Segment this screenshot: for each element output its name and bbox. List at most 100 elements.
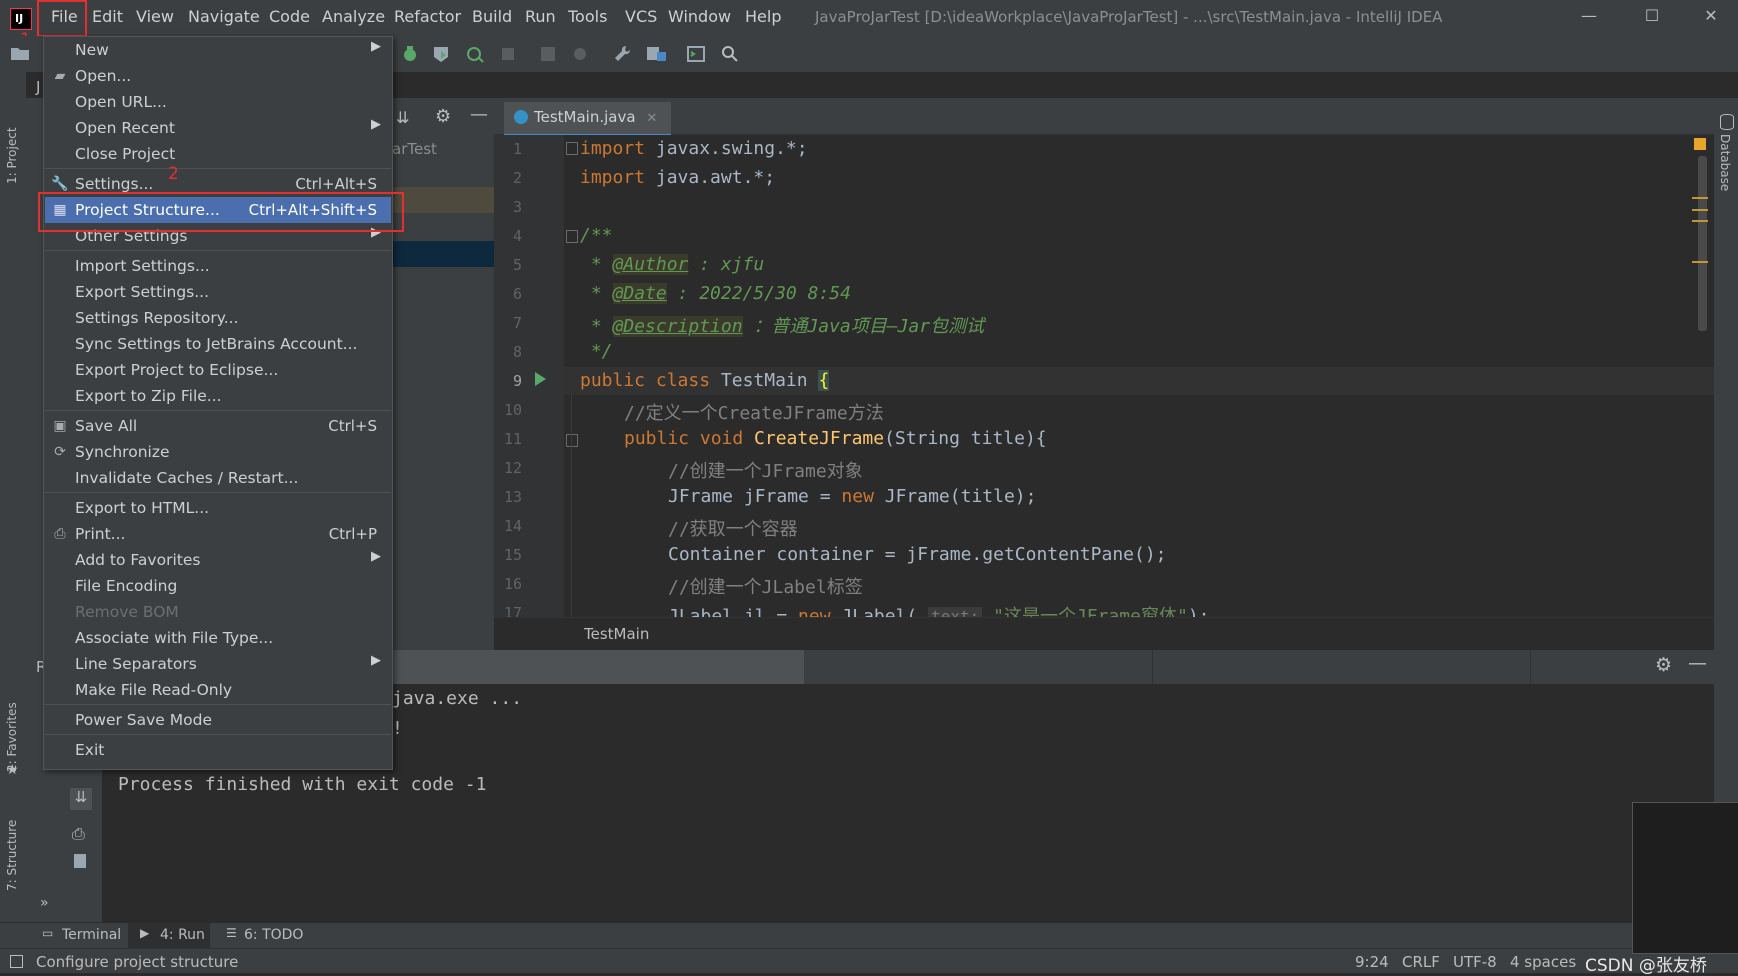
menu-tools[interactable]: Tools bbox=[568, 7, 607, 26]
menu-window[interactable]: Window bbox=[668, 7, 731, 26]
line-number: 5 bbox=[512, 256, 522, 274]
menu-item-make-read-only[interactable]: Make File Read-Only bbox=[45, 677, 391, 703]
menu-item-print[interactable]: ⎙ Print... Ctrl+P bbox=[45, 521, 391, 547]
close-tab-icon[interactable]: ✕ bbox=[646, 111, 657, 126]
warning-stripe[interactable] bbox=[1692, 261, 1708, 263]
menu-item-save-all[interactable]: ▣ Save All Ctrl+S bbox=[45, 413, 391, 439]
expand-toolbar-icon[interactable]: » bbox=[40, 895, 49, 911]
menu-build[interactable]: Build bbox=[472, 7, 512, 26]
todo-tab[interactable]: 6: TODO bbox=[244, 927, 303, 943]
project-tree-row-selected[interactable] bbox=[391, 241, 494, 267]
menu-vcs[interactable]: VCS bbox=[625, 7, 657, 26]
gear-icon[interactable]: ⚙ bbox=[1655, 654, 1672, 676]
menu-item-export-zip[interactable]: Export to Zip File... bbox=[45, 383, 391, 409]
database-tool-tab[interactable]: Database bbox=[1718, 134, 1732, 191]
status-toggle-icon[interactable] bbox=[10, 955, 23, 968]
close-button[interactable]: ✕ bbox=[1696, 6, 1726, 30]
menu-view[interactable]: View bbox=[136, 7, 174, 26]
terminal-window-icon[interactable] bbox=[686, 44, 708, 64]
menu-item-export-eclipse[interactable]: Export Project to Eclipse... bbox=[45, 357, 391, 383]
overlay-box bbox=[1632, 802, 1738, 954]
scrollbar[interactable] bbox=[1698, 156, 1707, 331]
minimize-button[interactable]: — bbox=[1574, 6, 1604, 30]
menu-navigate[interactable]: Navigate bbox=[188, 7, 260, 26]
menu-separator bbox=[45, 250, 391, 251]
wrench-icon[interactable] bbox=[612, 44, 634, 64]
indent-setting[interactable]: 4 spaces bbox=[1510, 953, 1576, 971]
warning-marker[interactable] bbox=[1694, 138, 1706, 150]
menu-item-sync-settings[interactable]: Sync Settings to JetBrains Account... bbox=[45, 331, 391, 357]
menu-item-import-settings[interactable]: Import Settings... bbox=[45, 253, 391, 279]
code-line-6: * @Date : 2022/5/30 8:54 bbox=[580, 283, 851, 304]
menu-item-open-url[interactable]: Open URL... bbox=[45, 89, 391, 115]
project-tool-tab[interactable]: 1: Project bbox=[5, 112, 19, 184]
caret-position[interactable]: 9:24 bbox=[1355, 953, 1389, 971]
indent-guide bbox=[571, 395, 572, 617]
menu-item-power-save[interactable]: Power Save Mode bbox=[45, 707, 391, 733]
menu-edit[interactable]: Edit bbox=[92, 7, 123, 26]
trash-icon[interactable] bbox=[74, 854, 86, 868]
editor-tab[interactable]: TestMain.java ✕ bbox=[504, 102, 672, 137]
print-icon[interactable]: ⎙ bbox=[72, 824, 85, 844]
menu-item-invalidate-caches[interactable]: Invalidate Caches / Restart... bbox=[45, 465, 391, 491]
hide-panel-icon[interactable]: — bbox=[1688, 652, 1707, 674]
maximize-button[interactable]: ☐ bbox=[1637, 6, 1667, 30]
file-encoding[interactable]: UTF-8 bbox=[1453, 953, 1497, 971]
fold-icon[interactable] bbox=[566, 434, 578, 447]
menu-run[interactable]: Run bbox=[525, 7, 556, 26]
hide-panel-icon[interactable]: — bbox=[470, 104, 488, 125]
menu-item-exit[interactable]: Exit bbox=[45, 737, 391, 763]
menu-code[interactable]: Code bbox=[269, 7, 310, 26]
stop-icon[interactable] bbox=[498, 44, 520, 64]
line-separator[interactable]: CRLF bbox=[1402, 953, 1440, 971]
collapse-all-icon[interactable]: ⇊ bbox=[396, 108, 409, 127]
line-number: 9 bbox=[512, 372, 522, 390]
gear-icon[interactable]: ⚙ bbox=[435, 106, 451, 127]
menu-item-close-project[interactable]: Close Project bbox=[45, 141, 391, 167]
warning-stripe[interactable] bbox=[1692, 197, 1708, 199]
menu-analyze[interactable]: Analyze bbox=[322, 7, 385, 26]
menu-item-file-encoding[interactable]: File Encoding bbox=[45, 573, 391, 599]
warning-stripe[interactable] bbox=[1692, 220, 1708, 222]
terminal-icon: ▭ bbox=[42, 926, 54, 940]
menu-item-open[interactable]: ▰ Open... bbox=[45, 63, 391, 89]
favorites-tool-tab[interactable]: 2: Favorites bbox=[5, 692, 19, 772]
menu-refactor[interactable]: Refactor bbox=[394, 7, 461, 26]
menu-item-add-favorites[interactable]: Add to Favorites ▶ bbox=[45, 547, 391, 573]
run-gutter-icon[interactable] bbox=[535, 372, 546, 386]
run-tool-tab[interactable]: 4: Run bbox=[160, 927, 205, 943]
menu-item-open-recent[interactable]: Open Recent ▶ bbox=[45, 115, 391, 141]
run-tab-active[interactable] bbox=[392, 650, 804, 684]
menu-item-associate-file-type[interactable]: Associate with File Type... bbox=[45, 625, 391, 651]
attach-debugger-icon[interactable] bbox=[538, 44, 560, 64]
build-icon[interactable] bbox=[570, 44, 592, 64]
folder-icon[interactable] bbox=[10, 44, 32, 64]
fold-icon[interactable] bbox=[566, 230, 578, 243]
scroll-to-end-icon[interactable]: ⇊ bbox=[70, 788, 92, 810]
menu-item-settings-repository[interactable]: Settings Repository... bbox=[45, 305, 391, 331]
fold-icon[interactable] bbox=[566, 142, 578, 155]
code-line-4: /** bbox=[580, 225, 613, 246]
code-line-10: //定义一个CreateJFrame方法 bbox=[624, 403, 884, 424]
run-tab-divider bbox=[1152, 650, 1153, 684]
menu-item-export-html[interactable]: Export to HTML... bbox=[45, 495, 391, 521]
warning-stripe[interactable] bbox=[1692, 209, 1708, 211]
menu-item-export-settings[interactable]: Export Settings... bbox=[45, 279, 391, 305]
structure-tool-tab[interactable]: 7: Structure bbox=[5, 807, 19, 891]
terminal-tab[interactable]: Terminal bbox=[62, 927, 121, 943]
coverage-icon[interactable] bbox=[431, 44, 453, 64]
profile-icon[interactable] bbox=[465, 44, 487, 64]
breadcrumb-item[interactable]: TestMain bbox=[584, 625, 649, 643]
line-number: 6 bbox=[512, 285, 522, 303]
project-structure-icon[interactable] bbox=[646, 44, 668, 64]
menu-item-new[interactable]: New ▶ bbox=[45, 37, 391, 63]
menu-help[interactable]: Help bbox=[745, 7, 781, 26]
menu-item-synchronize[interactable]: ⟳ Synchronize bbox=[45, 439, 391, 465]
menu-separator bbox=[45, 734, 391, 735]
search-icon[interactable] bbox=[720, 44, 742, 64]
menu-separator bbox=[45, 704, 391, 705]
project-tree-item[interactable]: arTest bbox=[392, 140, 437, 158]
code-line-9: public class TestMain { bbox=[580, 370, 830, 391]
menu-item-line-separators[interactable]: Line Separators ▶ bbox=[45, 651, 391, 677]
debug-icon[interactable] bbox=[400, 44, 422, 64]
